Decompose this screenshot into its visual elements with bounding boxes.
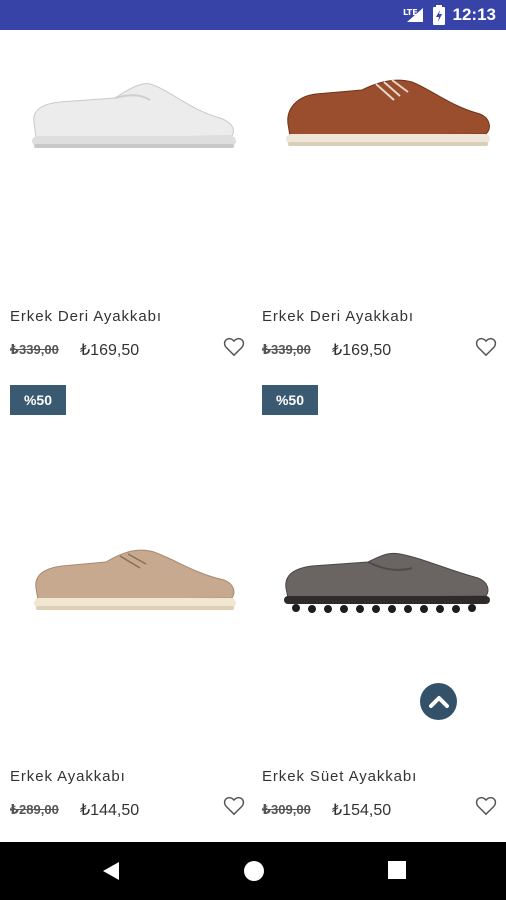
heart-icon[interactable]: [475, 337, 497, 357]
new-price: ₺169,50: [332, 342, 392, 359]
status-bar: LTE 12:13: [0, 0, 506, 30]
product-card[interactable]: Erkek Deri Ayakkabı ₺339,00 ₺169,50: [252, 30, 497, 370]
product-name[interactable]: Erkek Ayakkabı: [10, 768, 126, 785]
old-price: ₺289,00: [10, 802, 59, 817]
heart-icon[interactable]: [223, 337, 245, 357]
scroll-to-top-button[interactable]: [420, 683, 457, 720]
status-icons: LTE 12:13: [403, 0, 496, 30]
discount-badge: %50: [262, 385, 318, 415]
new-price: ₺144,50: [80, 802, 140, 819]
product-name[interactable]: Erkek Deri Ayakkabı: [262, 308, 414, 325]
product-name[interactable]: Erkek Süet Ayakkabı: [262, 768, 417, 785]
product-grid[interactable]: Erkek Deri Ayakkabı ₺339,00 ₺169,50 Erke…: [0, 30, 506, 842]
old-price: ₺339,00: [10, 342, 59, 357]
product-card[interactable]: Erkek Ayakkabı ₺289,00 ₺144,50: [0, 488, 245, 828]
heart-icon[interactable]: [475, 796, 497, 816]
white-slip-on-shoe-image[interactable]: [20, 60, 240, 160]
svg-text:LTE: LTE: [403, 8, 418, 17]
old-price: ₺339,00: [262, 342, 311, 357]
home-circle-icon[interactable]: [243, 860, 265, 882]
beige-suede-brogue-image[interactable]: [20, 528, 240, 628]
navigation-bar: [0, 842, 506, 900]
battery-icon: [432, 5, 445, 25]
product-card[interactable]: Erkek Süet Ayakkabı ₺309,00 ₺154,50: [252, 488, 497, 828]
heart-icon[interactable]: [223, 796, 245, 816]
back-triangle-icon[interactable]: [101, 860, 121, 882]
new-price: ₺154,50: [332, 802, 392, 819]
chevron-up-icon: [428, 695, 449, 708]
new-price: ₺169,50: [80, 342, 140, 359]
recents-square-icon[interactable]: [387, 860, 407, 880]
lte-signal-icon: LTE: [403, 6, 425, 24]
discount-badge: %50: [10, 385, 66, 415]
product-name[interactable]: Erkek Deri Ayakkabı: [10, 308, 162, 325]
old-price: ₺309,00: [262, 802, 311, 817]
clock: 12:13: [452, 5, 496, 24]
product-card[interactable]: Erkek Deri Ayakkabı ₺339,00 ₺169,50: [0, 30, 245, 370]
grey-suede-loafer-image[interactable]: [272, 528, 492, 628]
brown-leather-shoe-image[interactable]: [272, 60, 492, 160]
